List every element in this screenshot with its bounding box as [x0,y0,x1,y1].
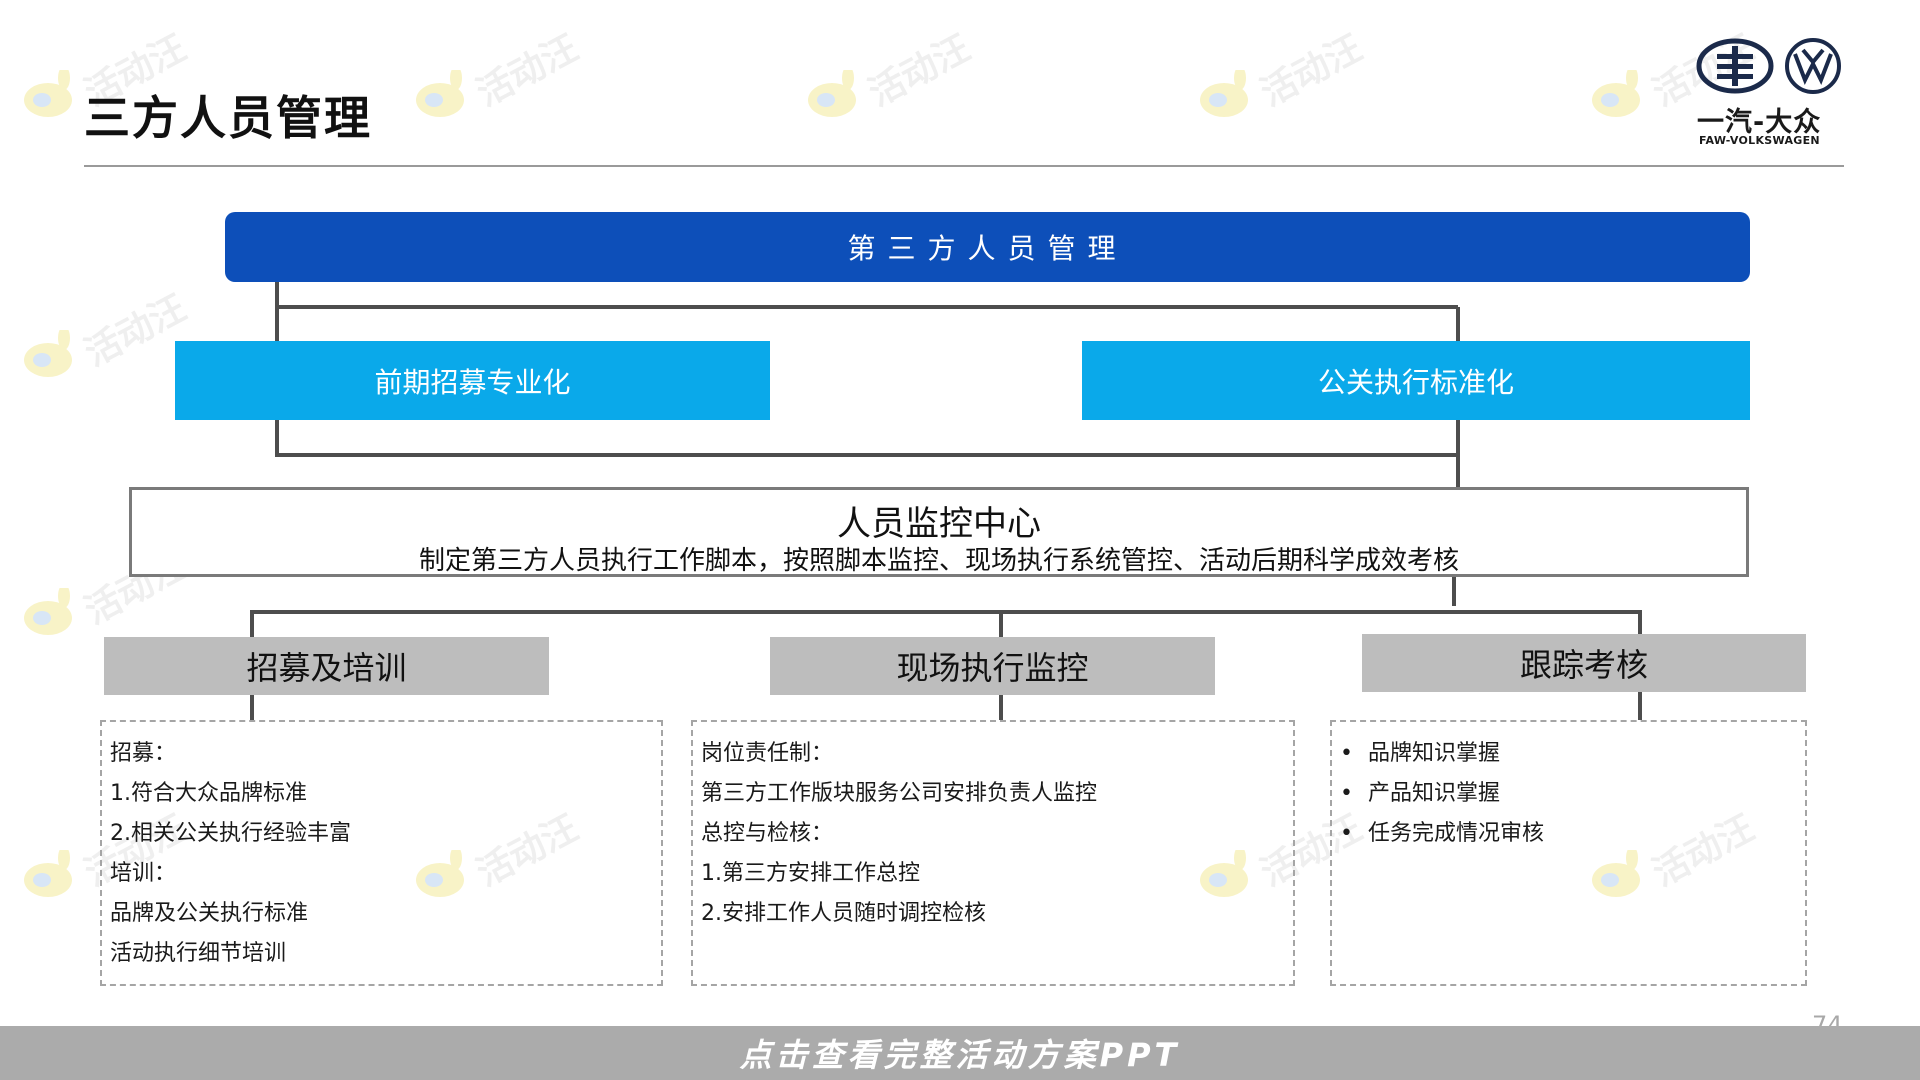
monitoring-center-node: 人员监控中心 制定第三方人员执行工作脚本，按照脚本监控、现场执行系统管控、活动后… [129,487,1749,577]
list-item: 品牌及公关执行标准 [110,901,309,926]
detail-box-onsite-monitor: 岗位责任制： 第三方工作版块服务公司安排负责人监控 总控与检核： 1.第三方安排… [691,720,1295,986]
bullet-icon: • [1340,781,1353,806]
list-item: • 任务完成情况审核 [1340,814,1805,854]
column-heading-tracking: 跟踪考核 [1362,634,1806,692]
list-item: 活动执行细节培训 [110,941,287,966]
list-item: 1.第三方安排工作总控 [701,861,920,886]
pr-execution-node-label: 公关执行标准化 [1317,365,1514,399]
view-full-ppt-banner[interactable]: 点击查看完整活动方案PPT [0,1026,1920,1080]
list-item: 第三方工作版块服务公司安排负责人监控 [701,781,1098,806]
list-item: 总控与检核： [701,821,834,846]
monitoring-center-title: 人员监控中心 [837,504,1041,544]
root-node: 第三方人员管理 [225,212,1750,282]
list-item: 招募： [110,741,177,766]
detail-box-tracking: • 品牌知识掌握 • 产品知识掌握 • 任务完成情况审核 [1330,720,1807,986]
list-item: 2.安排工作人员随时调控检核 [701,901,986,926]
recruitment-node: 前期招募专业化 [175,341,770,420]
column-heading-recruit-train: 招募及培训 [104,637,549,695]
recruitment-node-label: 前期招募专业化 [374,365,571,399]
detail-box-recruit-train: 招募： 1.符合大众品牌标准 2.相关公关执行经验丰富 培训： 品牌及公关执行标… [100,720,663,986]
list-item: • 产品知识掌握 [1340,774,1805,814]
pr-execution-node: 公关执行标准化 [1082,341,1750,420]
list-item: 岗位责任制： [701,741,834,766]
column-heading-onsite-monitor: 现场执行监控 [770,637,1215,695]
view-full-ppt-link[interactable]: 点击查看完整活动方案PPT [740,1030,1181,1076]
list-item: 培训： [110,861,177,886]
bullet-icon: • [1340,821,1353,846]
list-item: 1.符合大众品牌标准 [110,781,307,806]
list-item: • 品牌知识掌握 [1340,734,1805,774]
list-item: 2.相关公关执行经验丰富 [110,821,351,846]
monitoring-center-description: 制定第三方人员执行工作脚本，按照脚本监控、现场执行系统管控、活动后期科学成效考核 [418,546,1459,576]
root-node-label: 第三方人员管理 [847,232,1128,265]
bullet-icon: • [1340,741,1353,766]
